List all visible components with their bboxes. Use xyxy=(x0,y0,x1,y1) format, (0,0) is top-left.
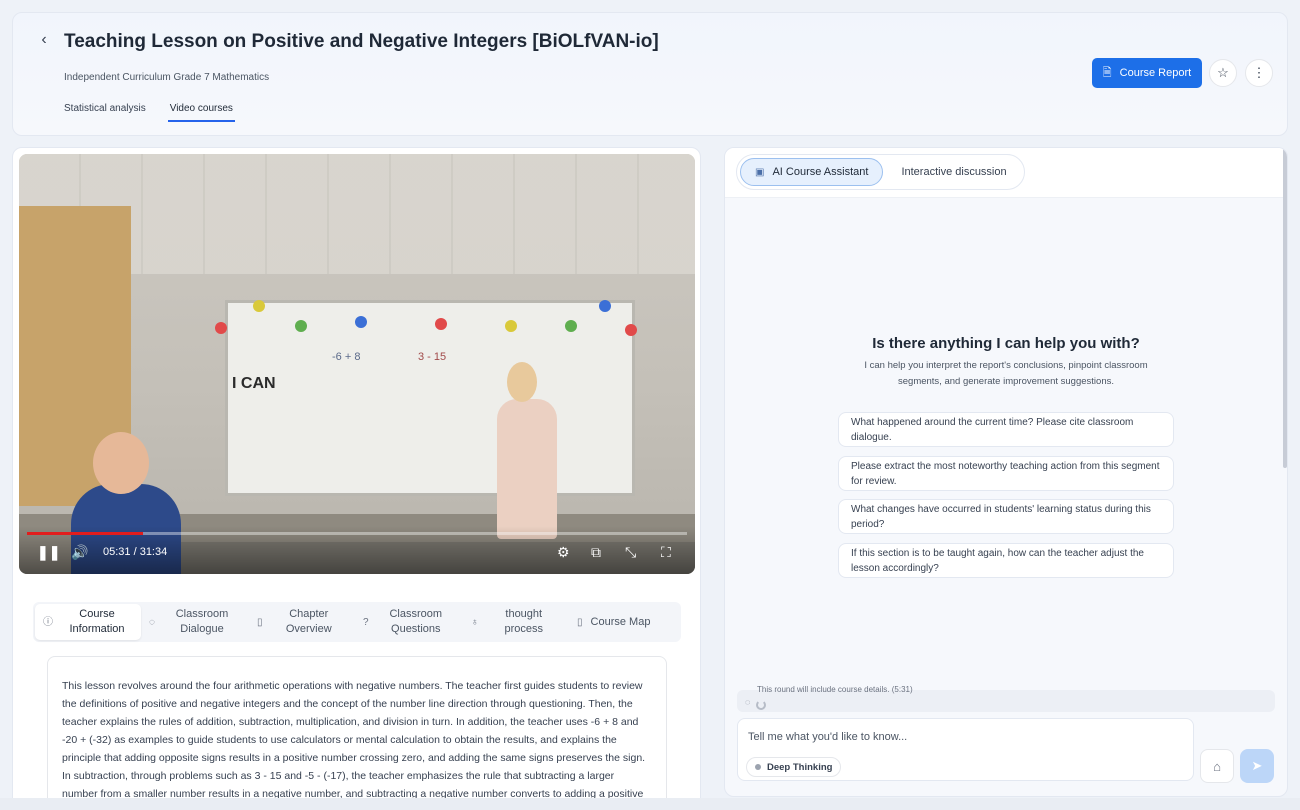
tab-label: thought process xyxy=(504,608,544,635)
back-arrow-icon[interactable]: ‹ xyxy=(35,31,53,49)
light-bulb xyxy=(355,316,367,328)
tab-label: Course Information xyxy=(69,608,125,635)
tab-ai-course-assistant[interactable]: ▣ AI Course Assistant xyxy=(740,158,884,186)
attachment-button[interactable]: ⌂ xyxy=(1200,749,1234,783)
course-report-button[interactable]: 🗎 Course Report xyxy=(1092,58,1202,88)
volume-icon[interactable]: 🔊 xyxy=(71,544,88,560)
video-scene-lights xyxy=(215,294,637,336)
loading-spinner-icon xyxy=(756,700,766,710)
robot-icon: ▣ xyxy=(755,166,765,178)
send-icon: ➤ xyxy=(1251,758,1263,773)
tab-label: AI Course Assistant xyxy=(772,166,869,178)
tab-statistical-analysis[interactable]: Statistical analysis xyxy=(64,103,146,122)
page-bottom-bar xyxy=(0,798,1300,810)
toggle-dot-icon xyxy=(755,764,761,770)
course-info-tabs: ⓘ Course Information ◌ Classroom Dialogu… xyxy=(33,602,681,642)
video-scene-teacher-head xyxy=(507,362,537,402)
pause-icon[interactable]: ❚❚ xyxy=(37,544,60,560)
video-scene-student-head xyxy=(93,432,149,494)
video-progress-bar[interactable] xyxy=(27,532,687,535)
assistant-tabs: ▣ AI Course Assistant Interactive discus… xyxy=(736,154,1025,190)
chat-input[interactable] xyxy=(748,727,1178,747)
context-info-icon: ◌ xyxy=(745,697,751,707)
lightbulb-icon: ♁ xyxy=(471,616,479,628)
tab-label: Chapter Overview xyxy=(285,608,332,635)
tab-classroom-dialogue[interactable]: ◌ Classroom Dialogue xyxy=(141,604,249,640)
favorite-button[interactable]: ☆ xyxy=(1209,59,1237,87)
course-description: This lesson revolves around the four ari… xyxy=(47,656,667,809)
video-controls: ❚❚ 🔊 05:31 / 31:34 ⚙ ⧉ ⤡ ⛶ xyxy=(19,526,695,574)
video-panel: I CAN -6 + 8 3 - 15 ❚❚ 🔊 05:31 / 31:34 ⚙… xyxy=(12,147,701,810)
more-options-button[interactable]: ⋮ xyxy=(1245,59,1273,87)
help-title: Is there anything I can help you with? xyxy=(872,335,1140,352)
suggestion-chip[interactable]: Please extract the most noteworthy teach… xyxy=(838,456,1174,491)
video-progress-fill xyxy=(27,532,143,535)
tab-interactive-discussion[interactable]: Interactive discussion xyxy=(887,158,1020,186)
question-icon: ? xyxy=(363,616,369,628)
assistant-panel: ▣ AI Course Assistant Interactive discus… xyxy=(724,147,1288,797)
suggestion-chip[interactable]: If this section is to be taught again, h… xyxy=(838,543,1174,578)
deep-thinking-toggle[interactable]: Deep Thinking xyxy=(746,757,842,777)
tab-thought-process[interactable]: ♁ thought process xyxy=(463,604,569,640)
page-header: ‹ Teaching Lesson on Positive and Negati… xyxy=(12,12,1288,136)
chat-bubble-icon: ◌ xyxy=(149,616,155,628)
tab-video-courses[interactable]: Video courses xyxy=(167,103,236,122)
more-vertical-icon: ⋮ xyxy=(1252,65,1266,80)
tab-label: Interactive discussion xyxy=(901,166,1007,178)
tab-course-information[interactable]: ⓘ Course Information xyxy=(35,604,141,640)
theater-mode-icon[interactable]: ⤡ xyxy=(625,544,636,560)
settings-gear-icon[interactable]: ⚙ xyxy=(557,544,570,560)
course-report-label: Course Report xyxy=(1119,67,1192,79)
light-bulb xyxy=(253,300,265,312)
light-bulb xyxy=(599,300,611,312)
light-bulb xyxy=(295,320,307,332)
help-subtitle: I can help you interpret the report's co… xyxy=(864,360,1148,387)
context-note: This round will include course details. … xyxy=(757,685,913,694)
fullscreen-icon[interactable]: ⛶ xyxy=(661,544,671,560)
light-bulb xyxy=(215,322,227,334)
tab-label: Classroom Questions xyxy=(389,608,443,635)
light-bulb xyxy=(505,320,517,332)
chat-input-box: Deep Thinking xyxy=(737,718,1194,781)
star-icon: ☆ xyxy=(1217,65,1229,80)
page-title: Teaching Lesson on Positive and Negative… xyxy=(64,31,659,52)
board-text: -6 + 8 xyxy=(332,351,361,363)
document-icon: 🗎 xyxy=(1102,66,1112,79)
tab-label: Course Map xyxy=(590,615,651,628)
suggestion-chip[interactable]: What happened around the current time? P… xyxy=(838,412,1174,447)
page-subtitle: Independent Curriculum Grade 7 Mathemati… xyxy=(64,72,270,83)
document-icon: ▯ xyxy=(257,616,263,628)
tab-course-map[interactable]: ▯ Course Map xyxy=(569,604,677,640)
deep-thinking-label: Deep Thinking xyxy=(767,761,833,773)
building-icon: ⌂ xyxy=(1213,758,1221,774)
picture-in-picture-icon[interactable]: ⧉ xyxy=(591,544,601,560)
board-text: I CAN xyxy=(232,375,276,392)
map-icon: ▯ xyxy=(577,616,583,628)
tab-label: Classroom Dialogue xyxy=(175,608,229,635)
assistant-header: ▣ AI Course Assistant Interactive discus… xyxy=(725,148,1287,198)
info-icon: ⓘ xyxy=(43,616,53,628)
video-scene-teacher xyxy=(497,399,557,539)
suggestion-chip[interactable]: What changes have occurred in students' … xyxy=(838,499,1174,534)
light-bulb xyxy=(565,320,577,332)
light-bulb xyxy=(435,318,447,330)
header-tabs: Statistical analysis Video courses xyxy=(64,103,236,122)
time-readout: 05:31 / 31:34 xyxy=(103,546,168,558)
tab-classroom-questions[interactable]: ? Classroom Questions xyxy=(355,604,463,640)
scrollbar[interactable] xyxy=(1283,148,1287,468)
video-player[interactable]: I CAN -6 + 8 3 - 15 ❚❚ 🔊 05:31 / 31:34 ⚙… xyxy=(19,154,695,574)
tab-chapter-overview[interactable]: ▯ Chapter Overview xyxy=(249,604,355,640)
send-button[interactable]: ➤ xyxy=(1240,749,1274,783)
board-text: 3 - 15 xyxy=(418,351,447,363)
light-bulb xyxy=(625,324,637,336)
